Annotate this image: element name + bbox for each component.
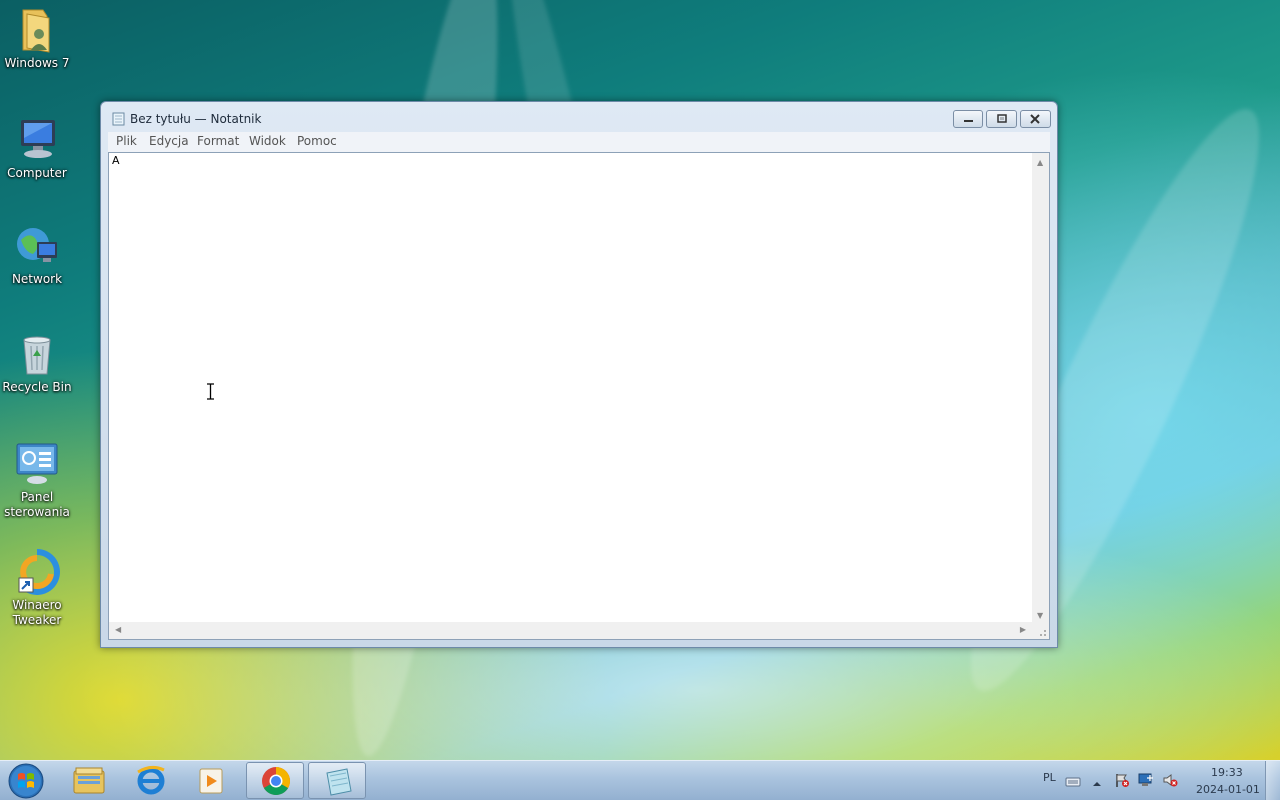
text-editor[interactable]: A ▲ ▼ ◀ ▶ [108, 152, 1050, 640]
windows-explorer-icon [73, 767, 105, 794]
scroll-up-icon[interactable]: ▲ [1037, 158, 1043, 167]
taskbar-explorer-button[interactable] [60, 762, 118, 799]
close-button[interactable] [1020, 110, 1051, 128]
desktop-icon-network[interactable]: Network [2, 222, 72, 287]
scroll-down-icon[interactable]: ▼ [1037, 611, 1043, 620]
control-panel-icon [13, 440, 61, 488]
user-folder-icon [13, 6, 61, 54]
computer-icon [13, 116, 61, 164]
winaero-tweaker-icon [13, 548, 61, 596]
windows-start-icon [8, 763, 44, 799]
notepad-icon [326, 768, 352, 796]
clock-time[interactable]: 19:33 [1211, 766, 1243, 779]
start-button[interactable] [6, 762, 46, 800]
desktop-icon-winaero-tweaker[interactable]: Winaero Tweaker [2, 548, 72, 628]
resize-grip-icon [1040, 630, 1046, 636]
desktop-icon-label: Winaero Tweaker [12, 598, 62, 627]
desktop-icon-control-panel[interactable]: Panel sterowania [2, 440, 72, 520]
close-icon [1030, 114, 1040, 124]
resize-grip[interactable] [1032, 622, 1049, 639]
horizontal-scrollbar[interactable]: ◀ ▶ [109, 622, 1032, 639]
recycle-bin-icon [13, 330, 61, 378]
minimize-button[interactable] [953, 110, 983, 128]
desktop-icon-recycle-bin[interactable]: Recycle Bin [2, 330, 72, 395]
text-cursor-icon [206, 383, 215, 400]
desktop-icon-label: Windows 7 [4, 56, 70, 70]
desktop-icon-label: Panel sterowania [4, 490, 70, 519]
taskbar-media-player-button[interactable] [182, 762, 240, 799]
scroll-right-icon[interactable]: ▶ [1020, 625, 1026, 634]
show-desktop-button[interactable] [1265, 761, 1280, 800]
network-tray-icon[interactable] [1138, 772, 1154, 788]
vertical-scrollbar[interactable]: ▲ ▼ [1032, 153, 1049, 624]
volume-muted-icon[interactable] [1162, 772, 1178, 788]
title-bar[interactable]: Bez tytułu — Notatnik [101, 102, 1057, 132]
menu-edycja[interactable]: Edycja [149, 134, 189, 148]
network-icon [13, 222, 61, 270]
menu-widok[interactable]: Widok [249, 134, 286, 148]
restore-icon [997, 114, 1007, 123]
chrome-icon [262, 767, 290, 795]
scroll-left-icon[interactable]: ◀ [115, 625, 121, 634]
menu-bar: Plik Edycja Format Widok Pomoc [108, 132, 1050, 152]
clock-date[interactable]: 2024-01-01 [1196, 783, 1260, 796]
desktop-icon-label: Recycle Bin [2, 380, 72, 394]
maximize-button[interactable] [986, 110, 1017, 128]
internet-explorer-icon [137, 765, 165, 795]
minimize-icon [964, 120, 973, 122]
notepad-window[interactable]: Bez tytułu — Notatnik Plik Edycja Format… [100, 101, 1058, 648]
document-text[interactable]: A [112, 154, 1032, 624]
show-hidden-icons-icon[interactable] [1092, 774, 1102, 786]
media-player-icon [199, 768, 223, 794]
window-title: Bez tytułu — Notatnik [130, 112, 262, 126]
desktop-icon-label: Computer [7, 166, 67, 180]
taskbar: PL 19:33 2024-01-01 [0, 760, 1280, 800]
keyboard-icon[interactable] [1065, 773, 1081, 787]
desktop-icon-computer[interactable]: Computer [2, 116, 72, 181]
desktop-icon-label: Network [11, 272, 63, 286]
notepad-title-icon [112, 111, 125, 126]
menu-pomoc[interactable]: Pomoc [297, 134, 337, 148]
desktop: Windows 7 Computer Network Recycle Bin P… [0, 0, 1280, 760]
desktop-icon-windows7[interactable]: Windows 7 [2, 6, 72, 71]
taskbar-notepad-button[interactable] [308, 762, 366, 799]
taskbar-chrome-button[interactable] [246, 762, 304, 799]
menu-plik[interactable]: Plik [116, 134, 137, 148]
menu-format[interactable]: Format [197, 134, 239, 148]
action-center-icon[interactable] [1114, 772, 1130, 788]
taskbar-ie-button[interactable] [122, 762, 180, 799]
language-indicator[interactable]: PL [1043, 771, 1056, 784]
